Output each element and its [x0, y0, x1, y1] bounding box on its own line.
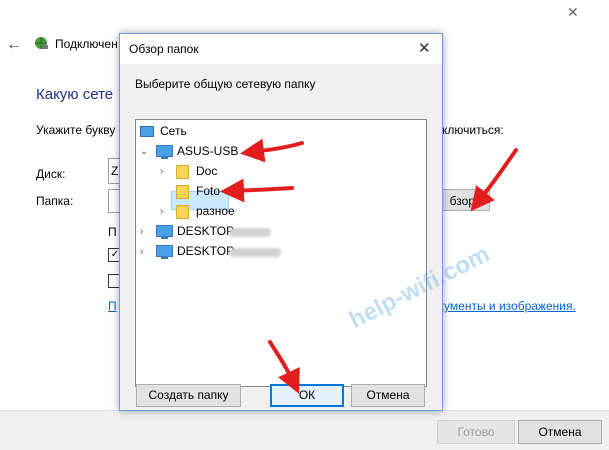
arrow-to-foto	[220, 178, 294, 203]
arrow-to-browse	[470, 148, 518, 212]
arrow-to-ok	[268, 340, 300, 394]
arrow-to-asus-usb	[240, 138, 304, 163]
annotation-arrows	[220, 138, 518, 394]
